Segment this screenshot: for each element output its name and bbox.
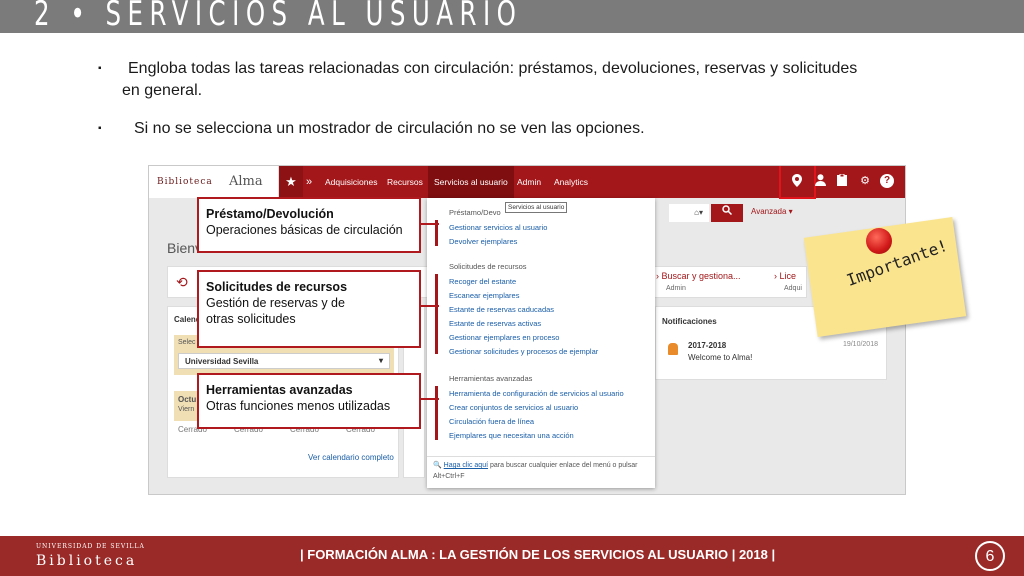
calendar-select-value: Universidad Sevilla bbox=[185, 357, 259, 366]
bullet-1: ▪ Engloba todas las tareas relacionadas … bbox=[98, 58, 938, 102]
notification-date: 19/10/2018 bbox=[842, 341, 878, 348]
alma-logo: Biblioteca bbox=[157, 177, 213, 187]
footer-logo: Biblioteca bbox=[36, 553, 138, 569]
search-small-icon: 🔍 bbox=[433, 462, 442, 469]
user-icon[interactable] bbox=[813, 174, 827, 188]
pushpin-icon bbox=[866, 228, 892, 254]
tasks-icon[interactable] bbox=[835, 173, 849, 188]
dropdown-link[interactable]: Escanear ejemplares bbox=[449, 291, 519, 300]
star-icon[interactable]: ★ bbox=[279, 166, 303, 198]
dropdown-link[interactable]: Ejemplares que necesitan una acción bbox=[449, 431, 574, 440]
chevron-down-icon: ▾ bbox=[378, 356, 383, 365]
callout-connector bbox=[421, 398, 439, 400]
callout-prestamo: Préstamo/Devolución Operaciones básicas … bbox=[197, 197, 421, 253]
section-marker bbox=[435, 274, 438, 354]
bullet-1-line2: en general. bbox=[122, 82, 203, 99]
gear-icon[interactable]: ⚙ bbox=[858, 174, 872, 188]
bullet-2-text: Si no se selecciona un mostrador de circ… bbox=[134, 120, 645, 137]
callout-prestamo-body: Operaciones básicas de circulación bbox=[206, 223, 403, 237]
slide-title: 2 • SERVICIOS AL USUARIO bbox=[34, 0, 523, 34]
section-marker bbox=[435, 386, 438, 440]
footer-text: | FORMACIÓN ALMA : LA GESTIÓN DE LOS SER… bbox=[300, 547, 776, 562]
widget-lice-text: Lice bbox=[779, 271, 797, 281]
calendar-month-sub: Viern bbox=[178, 406, 195, 413]
callout-herramientas-title: Herramientas avanzadas bbox=[206, 383, 353, 397]
location-highlight bbox=[779, 166, 816, 199]
callout-connector bbox=[421, 223, 439, 225]
dropdown-link[interactable]: Gestionar servicios al usuario bbox=[449, 223, 547, 232]
dropdown-footer: 🔍 Haga clic aquí para buscar cualquier e… bbox=[433, 460, 653, 482]
bullet-1-line1: Engloba todas las tareas relacionadas co… bbox=[128, 60, 858, 77]
home-search-icon[interactable]: ⌂▾ bbox=[669, 204, 709, 222]
dropdown-link[interactable]: Estante de reservas activas bbox=[449, 319, 541, 328]
chevron-right-icon[interactable]: » bbox=[306, 166, 312, 198]
megaphone-icon bbox=[668, 343, 678, 355]
menu-recursos[interactable]: Recursos bbox=[381, 166, 429, 198]
dropdown-link[interactable]: Circulación fuera de línea bbox=[449, 417, 534, 426]
dropdown-divider bbox=[427, 456, 655, 457]
bullet-2: ▪ Si no se selecciona un mostrador de ci… bbox=[98, 118, 645, 140]
callout-connector bbox=[421, 305, 439, 307]
dropdown-link[interactable]: Estante de reservas caducadas bbox=[449, 305, 554, 314]
dropdown-link[interactable]: Herramienta de configuración de servicio… bbox=[449, 389, 624, 398]
servicios-dropdown: Préstamo/Devo Servicios al usuario Gesti… bbox=[427, 198, 655, 488]
menu-servicios-usuario[interactable]: Servicios al usuario bbox=[428, 166, 514, 198]
dropdown-link[interactable]: Gestionar ejemplares en proceso bbox=[449, 333, 559, 342]
notification-body: Welcome to Alma! bbox=[688, 353, 753, 362]
dropdown-link[interactable]: Crear conjuntos de servicios al usuario bbox=[449, 403, 578, 412]
callout-solicitudes-body2: otras solicitudes bbox=[206, 312, 296, 326]
callout-prestamo-title: Préstamo/Devolución bbox=[206, 207, 334, 221]
widget-lice-label[interactable]: › Lice bbox=[774, 271, 796, 281]
dropdown-link[interactable]: Recoger del estante bbox=[449, 277, 516, 286]
calendar-month-text: Octu bbox=[178, 395, 197, 404]
callout-solicitudes-body1: Gestión de reservas y de bbox=[206, 296, 345, 310]
callout-herramientas: Herramientas avanzadas Otras funciones m… bbox=[197, 373, 421, 429]
callout-herramientas-body: Otras funciones menos utilizadas bbox=[206, 399, 391, 413]
widget-buscar-sub: Admin bbox=[666, 285, 686, 292]
dropdown-footer-link[interactable]: Haga clic aquí bbox=[444, 462, 488, 469]
notifications-header: Notificaciones bbox=[662, 317, 717, 326]
tooltip: Servicios al usuario bbox=[505, 202, 568, 213]
page-number: 6 bbox=[975, 541, 1005, 571]
bullet-mark: ▪ bbox=[98, 123, 102, 134]
widget-lice-sub: Adqui bbox=[784, 285, 802, 292]
dropdown-section-herramientas: Herramientas avanzadas bbox=[449, 374, 533, 383]
advanced-search-link[interactable]: Avanzada ▾ bbox=[751, 207, 793, 216]
dropdown-link[interactable]: Devolver ejemplares bbox=[449, 237, 517, 246]
alma-app-name[interactable]: Alma bbox=[213, 166, 277, 198]
footer-logo-university: UNIVERSIDAD DE SEVILLA bbox=[36, 543, 145, 550]
menu-admin[interactable]: Admin bbox=[511, 166, 547, 198]
calendar-library-select[interactable]: Universidad Sevilla ▾ bbox=[178, 353, 390, 369]
search-button[interactable] bbox=[711, 204, 743, 222]
calendar-select-label: Selec bbox=[178, 339, 196, 346]
menu-analytics[interactable]: Analytics bbox=[548, 166, 594, 198]
calendar-full-link[interactable]: Ver calendario completo bbox=[308, 453, 394, 462]
widget-buscar-text: Buscar y gestiona... bbox=[661, 271, 741, 281]
dropdown-section-prestamo: Préstamo/Devo bbox=[449, 208, 501, 217]
help-icon[interactable]: ? bbox=[880, 174, 894, 188]
dropdown-section-solicitudes: Solicitudes de recursos bbox=[449, 262, 527, 271]
dropdown-link[interactable]: Gestionar solicitudes y procesos de ejem… bbox=[449, 347, 598, 356]
bullet-mark: ▪ bbox=[98, 63, 102, 74]
menu-adquisiciones[interactable]: Adquisiciones bbox=[319, 166, 383, 198]
history-icon[interactable]: ⟲ bbox=[176, 274, 188, 291]
widget-buscar-label[interactable]: › Buscar y gestiona... bbox=[656, 271, 741, 281]
callout-solicitudes-title: Solicitudes de recursos bbox=[206, 280, 348, 294]
search-row: ⌂▾ Avanzada ▾ bbox=[669, 204, 905, 222]
notification-title[interactable]: 2017-2018 bbox=[688, 341, 726, 350]
callout-solicitudes: Solicitudes de recursos Gestión de reser… bbox=[197, 270, 421, 348]
